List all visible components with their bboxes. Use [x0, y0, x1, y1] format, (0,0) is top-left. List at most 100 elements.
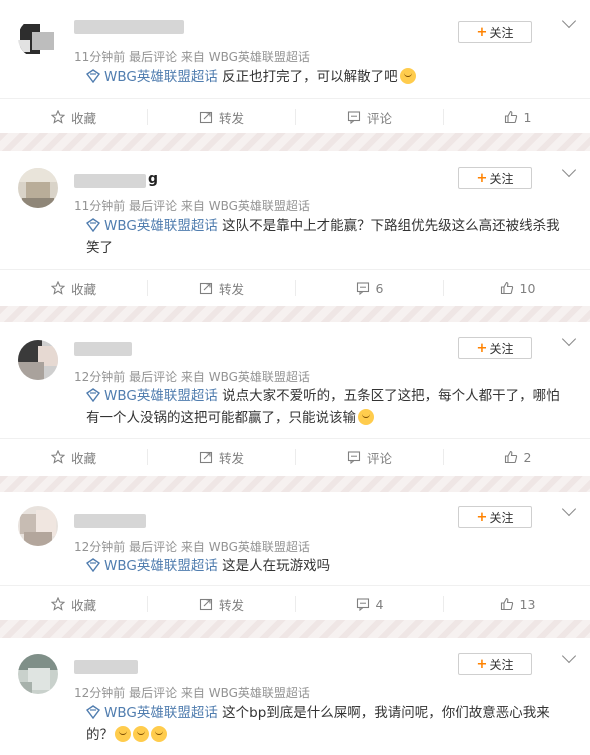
super-topic-icon [86, 705, 100, 719]
avatar[interactable] [18, 168, 58, 208]
repost-icon [199, 598, 213, 611]
action-bar: 收藏 转发 4 13 [0, 586, 590, 622]
username-blurred[interactable] [74, 514, 146, 528]
comment-button[interactable]: 评论 [296, 99, 443, 135]
username-blurred[interactable] [74, 174, 146, 188]
feed-gap [0, 306, 590, 322]
topic-link[interactable]: WBG英雄联盟超话 [86, 388, 218, 404]
feed-gap [0, 620, 590, 638]
post-text-continued: 的？ [86, 727, 113, 743]
post-meta: 12分钟前 最后评论 来自 WBG英雄联盟超话 [74, 686, 310, 700]
favorite-button[interactable]: 收藏 [0, 270, 147, 306]
repost-icon [199, 282, 213, 295]
question-emoji-icon [115, 726, 131, 742]
follow-button[interactable]: + 关注 [458, 167, 532, 189]
avatar[interactable] [18, 340, 58, 380]
username-blurred[interactable] [74, 660, 138, 674]
follow-label: 关注 [489, 25, 514, 40]
repost-button[interactable]: 转发 [148, 99, 295, 135]
follow-button[interactable]: + 关注 [458, 21, 532, 43]
follow-button[interactable]: + 关注 [458, 653, 532, 675]
plus-icon: + [476, 656, 488, 672]
action-bar: 收藏 转发 6 10 [0, 270, 590, 306]
post-text-continued: 笑了 [86, 240, 113, 256]
super-topic-icon [86, 218, 100, 232]
comment-button[interactable]: 评论 [296, 439, 443, 475]
follow-label: 关注 [489, 171, 514, 186]
topic-label: WBG英雄联盟超话 [104, 558, 218, 574]
favorite-button[interactable]: 收藏 [0, 439, 147, 475]
star-icon [50, 597, 65, 611]
question-emoji-icon [151, 726, 167, 742]
topic-link[interactable]: WBG英雄联盟超话 [86, 705, 218, 721]
topic-label: WBG英雄联盟超话 [104, 69, 218, 85]
plus-icon: + [476, 340, 488, 356]
post-text: 这个bp到底是什么屎啊，我请问呢，你们故意恶心我来 [217, 705, 550, 721]
post-card: 11分钟前 最后评论 来自 WBG英雄联盟超话 + 关注 WBG英雄联盟超话 反… [0, 0, 590, 133]
thumbs-up-icon [500, 597, 513, 611]
post-meta: 11分钟前 最后评论 来自 WBG英雄联盟超话 [74, 50, 310, 64]
thumbs-up-icon [504, 450, 517, 464]
chevron-down-icon[interactable] [561, 331, 577, 347]
feed-gap [0, 133, 590, 151]
like-button[interactable]: 13 [444, 586, 590, 622]
username-blurred[interactable] [74, 20, 184, 34]
repost-button[interactable]: 转发 [148, 439, 295, 475]
repost-button[interactable]: 转发 [148, 270, 295, 306]
username-tail: g [148, 171, 159, 187]
feed-gap [0, 476, 590, 492]
comment-count: 评论 [366, 110, 392, 126]
comment-icon [356, 598, 369, 611]
comment-button[interactable]: 6 [296, 270, 443, 306]
topic-label: WBG英雄联盟超话 [104, 705, 218, 721]
comment-count: 评论 [366, 450, 392, 466]
favorite-button[interactable]: 收藏 [0, 586, 147, 622]
like-button[interactable]: 10 [444, 270, 590, 306]
follow-button[interactable]: + 关注 [458, 506, 532, 528]
post-card: 12分钟前 最后评论 来自 WBG英雄联盟超话 + 关注 WBG英雄联盟超话 说… [0, 322, 590, 476]
post-text-continued: 有一个人没锅的这把可能都赢了，只能说该输 [86, 410, 356, 426]
star-icon [50, 450, 65, 464]
post-content: WBG英雄联盟超话 这队不是靠中上才能赢？下路组优先级这么高还被线杀我笑了 [86, 215, 578, 259]
topic-link[interactable]: WBG英雄联盟超话 [86, 558, 218, 574]
repost-label: 转发 [218, 281, 244, 297]
follow-label: 关注 [489, 510, 514, 525]
post-text: 这队不是靠中上才能赢？下路组优先级这么高还被线杀我 [217, 218, 560, 234]
avatar[interactable] [18, 506, 58, 546]
post-meta: 12分钟前 最后评论 来自 WBG英雄联盟超话 [74, 370, 310, 384]
repost-label: 转发 [218, 597, 244, 613]
follow-button[interactable]: + 关注 [458, 337, 532, 359]
like-button[interactable]: 2 [444, 439, 590, 475]
post-card: 12分钟前 最后评论 来自 WBG英雄联盟超话 + 关注 WBG英雄联盟超话 这… [0, 492, 590, 620]
like-count: 2 [523, 449, 532, 465]
star-icon [50, 110, 65, 124]
favorite-button[interactable]: 收藏 [0, 99, 147, 135]
chevron-down-icon[interactable] [561, 162, 577, 178]
favorite-label: 收藏 [70, 450, 96, 466]
username-blurred[interactable] [74, 342, 132, 356]
avatar[interactable] [18, 654, 58, 694]
action-bar: 收藏 转发 评论 1 [0, 99, 590, 135]
topic-link[interactable]: WBG英雄联盟超话 [86, 69, 218, 85]
favorite-label: 收藏 [70, 597, 96, 613]
post-content: WBG英雄联盟超话 这是人在玩游戏吗 [86, 555, 578, 577]
chevron-down-icon[interactable] [561, 13, 577, 29]
follow-label: 关注 [489, 657, 514, 672]
avatar[interactable] [18, 18, 58, 58]
topic-link[interactable]: WBG英雄联盟超话 [86, 218, 218, 234]
repost-label: 转发 [218, 450, 244, 466]
post-card: 12分钟前 最后评论 来自 WBG英雄联盟超话 + 关注 WBG英雄联盟超话 这… [0, 638, 590, 755]
chevron-down-icon[interactable] [561, 648, 577, 664]
hug-emoji-icon [399, 68, 416, 84]
post-content: WBG英雄联盟超话 这个bp到底是什么屎啊，我请问呢，你们故意恶心我来的？ [86, 702, 578, 746]
comment-button[interactable]: 4 [296, 586, 443, 622]
repost-button[interactable]: 转发 [148, 586, 295, 622]
like-button[interactable]: 1 [444, 99, 590, 135]
super-topic-icon [86, 69, 100, 83]
like-count: 10 [519, 280, 536, 296]
star-icon [50, 281, 65, 295]
chevron-down-icon[interactable] [561, 501, 577, 517]
action-bar: 收藏 转发 评论 2 [0, 439, 590, 475]
plus-icon: + [476, 509, 488, 525]
repost-icon [199, 451, 213, 464]
